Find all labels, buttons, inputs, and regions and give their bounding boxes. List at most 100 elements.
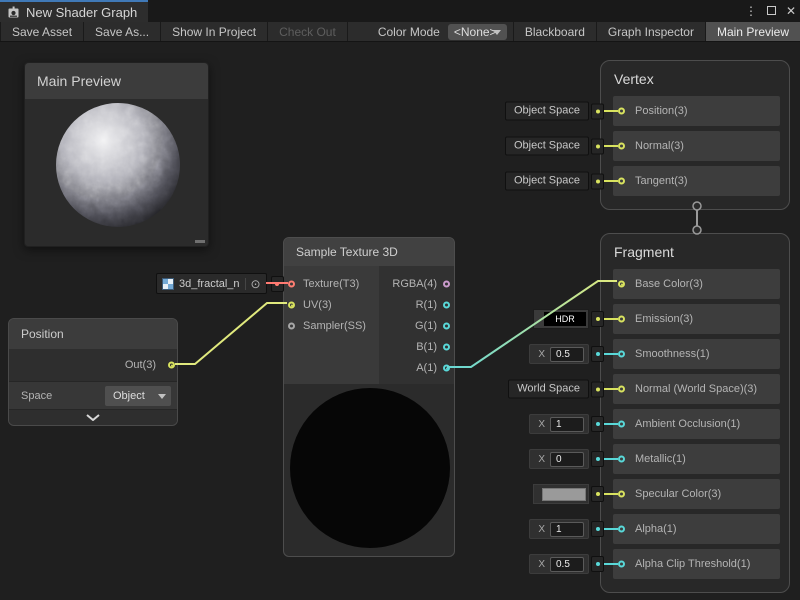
float-input[interactable]: X 0 bbox=[529, 449, 589, 469]
save-as-button[interactable]: Save As... bbox=[84, 22, 161, 41]
specular-color-port[interactable] bbox=[618, 491, 625, 498]
x-label: X bbox=[538, 419, 545, 430]
tangent-port[interactable] bbox=[618, 178, 625, 185]
fragment-node[interactable]: Fragment Base Color(3) Emission(3) HDR S… bbox=[600, 233, 790, 593]
float-field-group: X 0 bbox=[529, 449, 604, 469]
x-label: X bbox=[538, 349, 545, 360]
main-preview-title: Main Preview bbox=[37, 73, 121, 89]
badge-wire bbox=[604, 423, 618, 425]
save-asset-button[interactable]: Save Asset bbox=[0, 22, 84, 41]
float-field-group: X 1 bbox=[529, 414, 604, 434]
fragment-row-alpha-clip[interactable]: Alpha Clip Threshold(1) X 0.5 bbox=[613, 549, 780, 579]
texture-port[interactable] bbox=[288, 281, 295, 288]
float-input[interactable]: X 1 bbox=[529, 519, 589, 539]
base-color-port[interactable] bbox=[618, 281, 625, 288]
fragment-row-smoothness[interactable]: Smoothness(1) X 0.5 bbox=[613, 339, 780, 369]
object-picker-icon[interactable]: ⊙ bbox=[245, 278, 261, 290]
badge-port-dot bbox=[591, 138, 604, 154]
badge-wire bbox=[604, 180, 618, 182]
show-in-project-button[interactable]: Show In Project bbox=[161, 22, 268, 41]
float-input[interactable]: X 0.5 bbox=[529, 554, 589, 574]
close-icon[interactable]: ✕ bbox=[786, 5, 796, 17]
row-label: Smoothness(1) bbox=[635, 348, 710, 360]
texture-icon bbox=[162, 278, 174, 290]
chevron-down-icon bbox=[158, 394, 166, 399]
r-port[interactable] bbox=[443, 302, 450, 309]
x-value[interactable]: 0.5 bbox=[550, 347, 584, 362]
uv-port[interactable] bbox=[288, 302, 295, 309]
vertex-row-position[interactable]: Position(3) Object Space bbox=[613, 96, 780, 126]
vertex-row-tangent[interactable]: Tangent(3) Object Space bbox=[613, 166, 780, 196]
badge-wire bbox=[604, 493, 618, 495]
ambient-occlusion-port[interactable] bbox=[618, 421, 625, 428]
fragment-row-ambient-occlusion[interactable]: Ambient Occlusion(1) X 1 bbox=[613, 409, 780, 439]
alpha-clip-port[interactable] bbox=[618, 561, 625, 568]
position-node[interactable]: Position Out(3) Space Object bbox=[8, 318, 178, 426]
badge-label: Object Space bbox=[505, 172, 589, 191]
sampler-port[interactable] bbox=[288, 323, 295, 330]
blackboard-toggle[interactable]: Blackboard bbox=[513, 22, 596, 41]
b-port[interactable] bbox=[443, 344, 450, 351]
row-label: Alpha Clip Threshold(1) bbox=[635, 558, 750, 570]
port-label: UV(3) bbox=[303, 299, 332, 311]
color-field[interactable]: HDR bbox=[533, 309, 589, 329]
x-value[interactable]: 0.5 bbox=[550, 557, 584, 572]
fragment-row-base-color[interactable]: Base Color(3) bbox=[613, 269, 780, 299]
alpha-port[interactable] bbox=[618, 526, 625, 533]
output-rgba: RGBA(4) bbox=[379, 274, 454, 294]
out-port[interactable] bbox=[168, 362, 175, 369]
port-label: B(1) bbox=[416, 341, 437, 353]
float-input[interactable]: X 0.5 bbox=[529, 344, 589, 364]
collapse-preview-button[interactable] bbox=[9, 409, 177, 425]
normal-ws-port[interactable] bbox=[618, 386, 625, 393]
resize-grip[interactable] bbox=[195, 240, 205, 243]
x-value[interactable]: 1 bbox=[550, 417, 584, 432]
wire-position-to-uv[interactable] bbox=[175, 303, 287, 364]
space-dropdown[interactable]: Object bbox=[105, 386, 171, 406]
normal-port[interactable] bbox=[618, 143, 625, 150]
output-g: G(1) bbox=[379, 316, 454, 336]
position-port[interactable] bbox=[618, 108, 625, 115]
fragment-row-specular-color[interactable]: Specular Color(3) bbox=[613, 479, 780, 509]
float-field-group: X 0.5 bbox=[529, 344, 604, 364]
g-port[interactable] bbox=[443, 323, 450, 330]
emission-port[interactable] bbox=[618, 316, 625, 323]
tab-title: New Shader Graph bbox=[26, 5, 137, 20]
vertex-row-normal[interactable]: Normal(3) Object Space bbox=[613, 131, 780, 161]
texture-object-field[interactable]: 3d_fractal_n ⊙ bbox=[156, 273, 267, 294]
color-mode-dropdown[interactable]: <None> bbox=[448, 24, 507, 40]
maximize-icon[interactable] bbox=[767, 6, 776, 15]
row-label: Normal(3) bbox=[635, 140, 684, 152]
badge-port-dot bbox=[591, 416, 604, 432]
graph-canvas[interactable]: Main Preview bbox=[0, 42, 800, 600]
window-tab[interactable]: New Shader Graph bbox=[0, 0, 148, 22]
main-preview-toggle[interactable]: Main Preview bbox=[705, 22, 800, 41]
check-out-button: Check Out bbox=[268, 22, 348, 41]
color-field[interactable] bbox=[533, 484, 589, 504]
sample-texture-3d-node[interactable]: Sample Texture 3D Texture(T3) UV(3) Samp… bbox=[283, 237, 455, 557]
fragment-row-emission[interactable]: Emission(3) HDR bbox=[613, 304, 780, 334]
badge-wire bbox=[604, 145, 618, 147]
window-controls: ⋮ ✕ bbox=[745, 0, 796, 22]
fragment-row-alpha[interactable]: Alpha(1) X 1 bbox=[613, 514, 780, 544]
x-value[interactable]: 0 bbox=[550, 452, 584, 467]
x-value[interactable]: 1 bbox=[550, 522, 584, 537]
output-ports-column: RGBA(4) R(1) G(1) B(1) A(1) bbox=[379, 266, 454, 384]
fragment-row-metallic[interactable]: Metallic(1) X 0 bbox=[613, 444, 780, 474]
space-value: Object bbox=[113, 390, 145, 402]
a-port[interactable] bbox=[443, 365, 450, 372]
graph-inspector-toggle[interactable]: Graph Inspector bbox=[596, 22, 705, 41]
rgba-port[interactable] bbox=[443, 281, 450, 288]
position-node-title: Position bbox=[9, 319, 177, 349]
main-preview-header[interactable]: Main Preview bbox=[25, 63, 208, 99]
badge-port-dot bbox=[591, 381, 604, 397]
chevron-down-icon bbox=[86, 414, 100, 421]
vertex-title: Vertex bbox=[601, 61, 789, 96]
float-input[interactable]: X 1 bbox=[529, 414, 589, 434]
vertex-node[interactable]: Vertex Position(3) Object Space Normal(3… bbox=[600, 60, 790, 210]
kebab-menu-icon[interactable]: ⋮ bbox=[745, 5, 757, 17]
fragment-row-normal-ws[interactable]: Normal (World Space)(3) World Space bbox=[613, 374, 780, 404]
metallic-port[interactable] bbox=[618, 456, 625, 463]
badge-wire bbox=[604, 388, 618, 390]
smoothness-port[interactable] bbox=[618, 351, 625, 358]
